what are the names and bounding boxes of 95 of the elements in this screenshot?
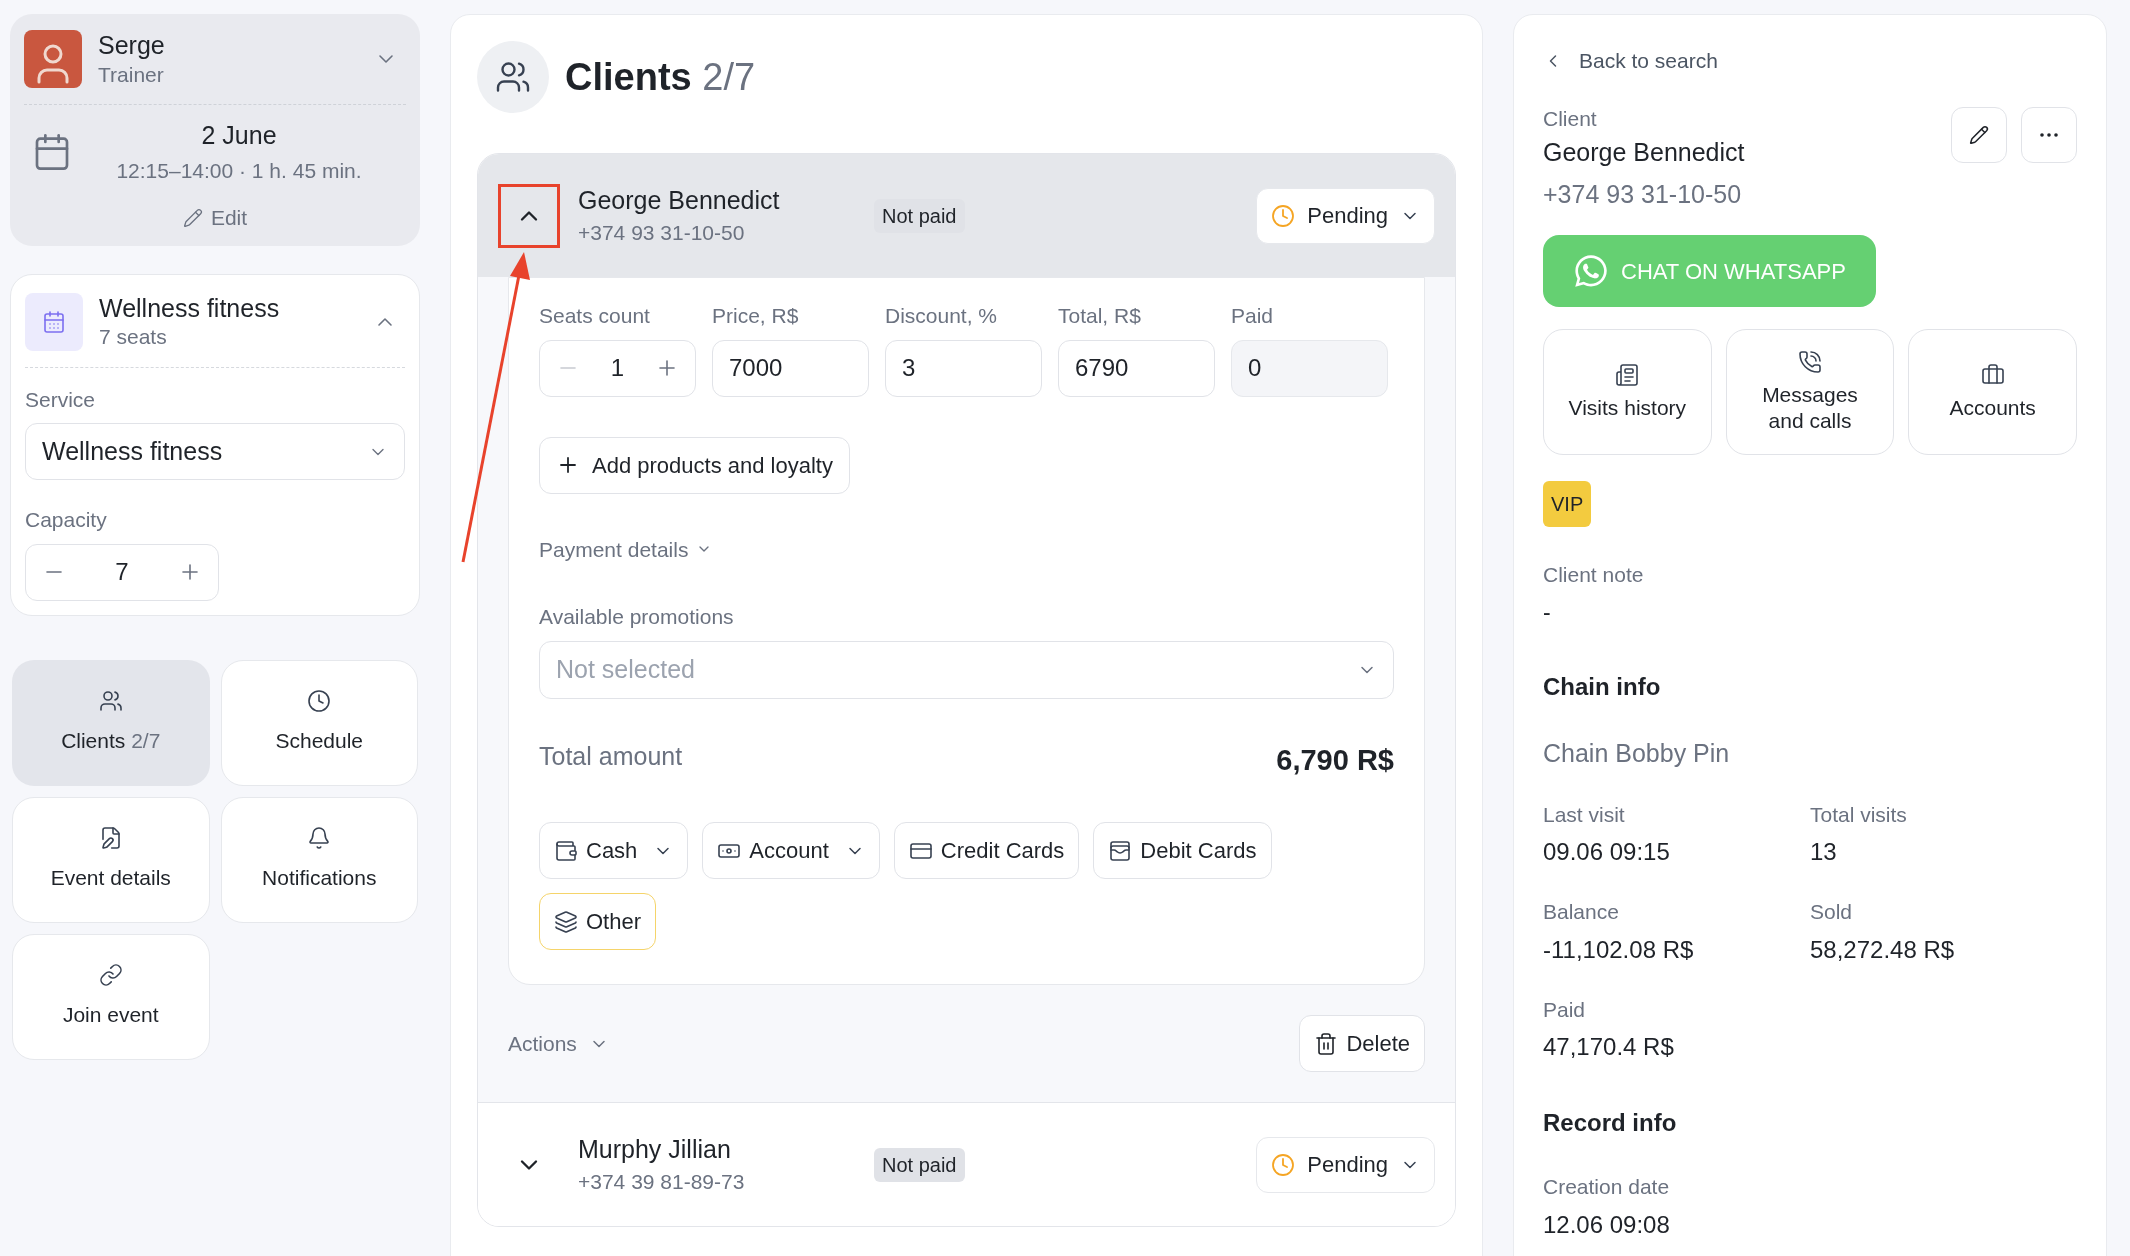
total-label: Total amount [539,740,683,772]
stat-label: Total visits [1810,801,1908,828]
status-dropdown[interactable]: Pending [1256,1136,1435,1193]
field-label: Price, R$ [712,303,800,329]
note-value: - [1543,597,1552,627]
client-action-tile[interactable]: Accounts [1908,329,2077,455]
nav-tile[interactable]: Join event [12,933,210,1060]
nav-tile[interactable]: Event details [12,796,210,923]
section-heading: Chain info [1543,672,1662,702]
trash-icon [1314,1031,1339,1056]
payment-method-button[interactable]: Debit Cards [1093,822,1272,879]
avatar-placeholder [24,30,82,88]
layers-icon [554,909,578,934]
clock-icon [1271,203,1296,228]
stat-value: 12.06 09:08 [1543,1209,1671,1240]
clock-icon [1271,1152,1296,1177]
payment-method-button[interactable]: Credit Cards [893,822,1080,879]
link-icon [98,962,123,987]
add-products-button[interactable]: Add products and loyalty [539,436,850,494]
stat-label: Last visit [1543,801,1626,828]
stat-value: 13 [1810,837,1838,867]
users-icon [98,688,123,713]
client-phone: +374 93 31-10-50 [1543,178,1743,210]
promotions-label: Available promotions [539,604,735,630]
field-label: Total, R$ [1058,303,1142,329]
nav-tile[interactable]: Clients 2/7 [12,659,210,786]
service-select[interactable]: Wellness fitness [25,423,405,480]
payment-method-button[interactable]: Account [702,822,880,879]
payment-status-badge: Not paid [874,198,965,233]
back-link[interactable]: Back to search [1543,45,1718,77]
client-action-tile[interactable]: Visits history [1543,329,1712,455]
wallet-icon [554,838,578,863]
input-field: 0 [1231,339,1388,397]
status-dropdown[interactable]: Pending [1256,187,1435,244]
field-label: Paid [1231,303,1275,329]
client-phone: +374 39 81-89-73 [578,1169,746,1195]
stat-value: 58,272.48 R$ [1810,934,1956,965]
stepper-field[interactable]: 1 [539,339,696,397]
pencil-icon [1969,124,1989,145]
expand-toggle[interactable] [498,183,560,248]
whatsapp-icon [1573,253,1609,289]
bell-icon [307,825,332,850]
calendar-badge-icon [25,292,83,351]
note-label: Client note [1543,562,1645,588]
payment-details-toggle[interactable]: Payment details [539,533,713,565]
service-title: Wellness fitness [99,292,281,324]
clock-icon [307,688,332,713]
stat-label: Balance [1543,899,1620,925]
nav-tile[interactable]: Schedule [220,659,418,786]
client-name: Murphy Jillian [578,1133,732,1165]
stat-label: Sold [1810,899,1854,925]
cards-icon [1108,838,1133,863]
chain-name: Chain Bobby Pin [1543,738,1731,769]
total-value: 6,790 R$ [1276,742,1394,778]
capacity-label: Capacity [25,507,108,533]
client-name: George Bennedict [1543,137,1745,168]
input-field[interactable]: 3 [885,339,1042,397]
briefcase-icon [1980,362,2005,387]
client-name: George Bennedict [578,184,781,216]
delete-button[interactable]: Delete [1299,1015,1425,1072]
input-field[interactable]: 7000 [712,339,869,397]
user-role: Trainer [98,61,165,88]
pencil-icon [182,207,203,228]
edit-button[interactable]: Edit [182,202,248,234]
list-icon [1615,362,1640,387]
payment-method-button[interactable]: Other [539,893,657,950]
field-label: Seats count [539,303,651,329]
client-label: Client [1543,105,1598,132]
edit-button[interactable] [1951,106,2007,163]
actions-menu[interactable]: Actions [508,1027,609,1060]
more-icon [2040,132,2058,137]
payment-status-badge: Not paid [874,1147,965,1182]
event-date: 2 June [201,120,277,151]
service-seats: 7 seats [99,324,357,351]
nav-tile[interactable]: Notifications [220,796,418,923]
stat-value: 09.06 09:15 [1543,837,1671,867]
field-label: Discount, % [885,303,999,329]
user-name: Serge [98,30,166,62]
page-title: Clients 2/7 [565,54,756,100]
service-label: Service [25,386,97,413]
stat-value: 47,170.4 R$ [1543,1032,1675,1062]
tag: VIP [1543,481,1592,527]
stat-label: Creation date [1543,1174,1671,1200]
stat-label: Paid [1543,996,1587,1023]
stepper-value: 7 [115,557,129,587]
input-field[interactable]: 6790 [1058,339,1215,397]
event-time: 12:15–14:00 · 1 h. 45 min. [116,157,362,184]
stepper-value: 1 [610,353,625,383]
client-action-tile[interactable]: Messages and calls [1725,329,1895,455]
payment-method-button[interactable]: Cash [539,822,689,879]
section-heading: Record info [1543,1108,1678,1138]
stat-value: -11,102.08 R$ [1543,934,1695,965]
phone-icon [1798,349,1822,374]
stepper-field[interactable]: 7 [25,543,219,601]
client-phone: +374 93 31-10-50 [578,220,746,246]
